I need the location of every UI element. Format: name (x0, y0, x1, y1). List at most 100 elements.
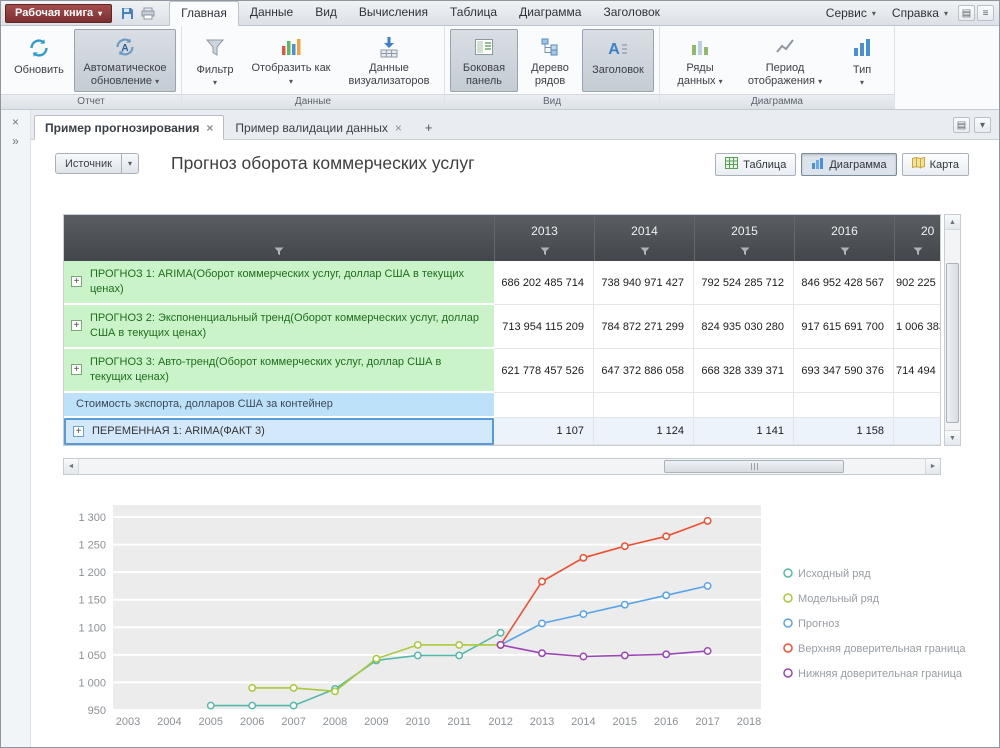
table-cell[interactable]: 1 006 383 (894, 305, 940, 349)
svg-text:Модельный ряд: Модельный ряд (798, 593, 880, 605)
ribbon-tab-3[interactable]: Вычисления (348, 1, 439, 25)
map-view-button[interactable]: Карта (902, 153, 969, 176)
sheets-icon[interactable]: ▤ (953, 117, 970, 133)
line-chart[interactable]: 9501 0001 0501 1001 1501 2001 2501 30020… (66, 492, 986, 744)
data-series-button[interactable]: Ряды данных ▾ (665, 29, 735, 92)
table-cell[interactable] (694, 393, 794, 418)
close-icon[interactable]: × (395, 122, 402, 134)
table-cell[interactable]: 647 372 886 058 (594, 349, 694, 393)
menu-1[interactable]: Справка▾ (884, 4, 956, 22)
expand-icon[interactable]: + (71, 276, 82, 287)
table-cell[interactable]: 621 778 457 526 (494, 349, 594, 393)
table-cell[interactable]: 714 494 (894, 349, 940, 393)
menu-0[interactable]: Сервис▾ (818, 4, 884, 22)
doc-tab-label: Пример валидации данных (235, 121, 387, 135)
column-header-2015[interactable]: 2015 (694, 215, 794, 261)
display-period-button[interactable]: Период отображения ▾ (737, 29, 833, 92)
header-toggle-label: Заголовок (592, 64, 644, 78)
close-icon[interactable]: × (8, 114, 24, 129)
table-header-label-column[interactable] (64, 215, 494, 261)
table-cell[interactable] (794, 393, 894, 418)
column-header-2016[interactable]: 2016 (794, 215, 894, 261)
ribbon-tab-0[interactable]: Главная (169, 1, 239, 26)
expand-icon[interactable]: + (71, 320, 82, 331)
expand-icon[interactable]: + (71, 364, 82, 375)
table-cell[interactable] (594, 393, 694, 418)
save-button[interactable] (118, 4, 136, 22)
filter-button[interactable]: Фильтр ▾ (187, 29, 243, 92)
add-tab-button[interactable]: + (413, 120, 445, 135)
ribbon-tab-5[interactable]: Диаграмма (508, 1, 592, 25)
table-cell[interactable] (894, 418, 940, 445)
table-row-0: +ПРОГНОЗ 1: ARIMA(Оборот коммерческих ус… (64, 261, 940, 305)
table-cell[interactable]: 792 524 285 712 (694, 261, 794, 305)
column-header-2014[interactable]: 2014 (594, 215, 694, 261)
table-cell[interactable]: 902 225 (894, 261, 940, 305)
workbook-menu-button[interactable]: Рабочая книга ▾ (5, 4, 112, 23)
row-label[interactable]: +ПЕРЕМЕННАЯ 1: ARIMA(ФАКТ 3) (64, 418, 494, 445)
expand-panel-icon[interactable]: » (8, 133, 24, 148)
side-panel-button[interactable]: Боковая панель (450, 29, 518, 92)
table-cell[interactable]: 738 940 971 427 (594, 261, 694, 305)
scroll-left-icon[interactable]: ◄ (64, 459, 79, 474)
table-cell[interactable]: 784 872 271 299 (594, 305, 694, 349)
table-view-button[interactable]: Таблица (715, 153, 796, 176)
menu-icon[interactable]: ≡ (977, 5, 994, 21)
auto-refresh-button[interactable]: A Автоматическое обновление ▾ (74, 29, 176, 92)
ribbon-tab-2[interactable]: Вид (304, 1, 348, 25)
chevron-down-icon: ▾ (155, 77, 159, 86)
horizontal-scrollbar[interactable]: ◄ ► (63, 458, 941, 475)
horizontal-scrollbar-thumb[interactable] (664, 460, 844, 473)
vertical-scrollbar-thumb[interactable] (946, 263, 959, 423)
ribbon-tab-1[interactable]: Данные (239, 1, 304, 25)
row-label[interactable]: +ПРОГНОЗ 3: Авто-тренд(Оборот коммерческ… (64, 349, 494, 393)
row-label[interactable]: Стоимость экспорта, долларов США за конт… (64, 393, 494, 418)
chart-icon (811, 157, 824, 172)
scroll-right-icon[interactable]: ► (925, 459, 940, 474)
display-as-button[interactable]: Отобразить как ▾ (245, 29, 337, 92)
svg-text:2011: 2011 (447, 716, 471, 728)
table-cell[interactable]: 713 954 115 209 (494, 305, 594, 349)
ribbon-tab-4[interactable]: Таблица (439, 1, 508, 25)
table-body: +ПРОГНОЗ 1: ARIMA(Оборот коммерческих ус… (64, 261, 940, 445)
table-cell[interactable] (494, 393, 594, 418)
row-label[interactable]: +ПРОГНОЗ 1: ARIMA(Оборот коммерческих ус… (64, 261, 494, 305)
chart-type-button[interactable]: Тип ▾ (835, 29, 889, 92)
row-label[interactable]: +ПРОГНОЗ 2: Экспоненциальный тренд(Оборо… (64, 305, 494, 349)
table-cell[interactable]: 824 935 030 280 (694, 305, 794, 349)
table-cell[interactable]: 686 202 485 714 (494, 261, 594, 305)
table-cell[interactable]: 917 615 691 700 (794, 305, 894, 349)
column-header-20[interactable]: 20 (894, 215, 940, 261)
ribbon-group-label-chart: Диаграмма (660, 94, 894, 109)
scroll-up-icon[interactable]: ▲ (945, 215, 960, 230)
refresh-label: Обновить (14, 64, 64, 78)
table-cell[interactable]: 693 347 590 376 (794, 349, 894, 393)
table-cell[interactable]: 1 158 (794, 418, 894, 445)
table-cell[interactable]: 1 141 (694, 418, 794, 445)
table-cell[interactable]: 1 107 (494, 418, 594, 445)
refresh-button[interactable]: Обновить (6, 29, 72, 92)
table-cell[interactable]: 668 328 339 371 (694, 349, 794, 393)
chart-view-button[interactable]: Диаграмма (801, 153, 896, 176)
column-header-2013[interactable]: 2013 (494, 215, 594, 261)
vertical-scrollbar[interactable]: ▲ ▼ (944, 214, 961, 446)
expand-icon[interactable]: + (73, 426, 84, 437)
chevron-down-icon[interactable]: ▾ (974, 117, 991, 133)
scroll-down-icon[interactable]: ▼ (945, 430, 960, 445)
ribbon-tab-6[interactable]: Заголовок (592, 1, 670, 25)
layout-icon[interactable]: ▤ (958, 5, 975, 21)
doc-tab-1[interactable]: Пример валидации данных × (224, 115, 412, 140)
ribbon-group-view: Боковая панель Дерево рядов A Заголовок … (445, 26, 660, 109)
doc-tab-0[interactable]: Пример прогнозирования× (34, 115, 224, 140)
print-button[interactable] (139, 4, 157, 22)
table-cell[interactable]: 1 124 (594, 418, 694, 445)
table-cell[interactable]: 846 952 428 567 (794, 261, 894, 305)
document-tab-bar: Пример прогнозирования×Пример валидации … (31, 110, 999, 140)
close-icon[interactable]: × (206, 122, 213, 134)
header-toggle-button[interactable]: A Заголовок (582, 29, 654, 92)
visualizer-data-button[interactable]: Данные визуализаторов (339, 29, 439, 92)
source-dropdown[interactable]: Источник ▾ (55, 153, 139, 174)
table-cell[interactable] (894, 393, 940, 418)
map-icon (912, 157, 925, 172)
series-tree-button[interactable]: Дерево рядов (520, 29, 580, 92)
